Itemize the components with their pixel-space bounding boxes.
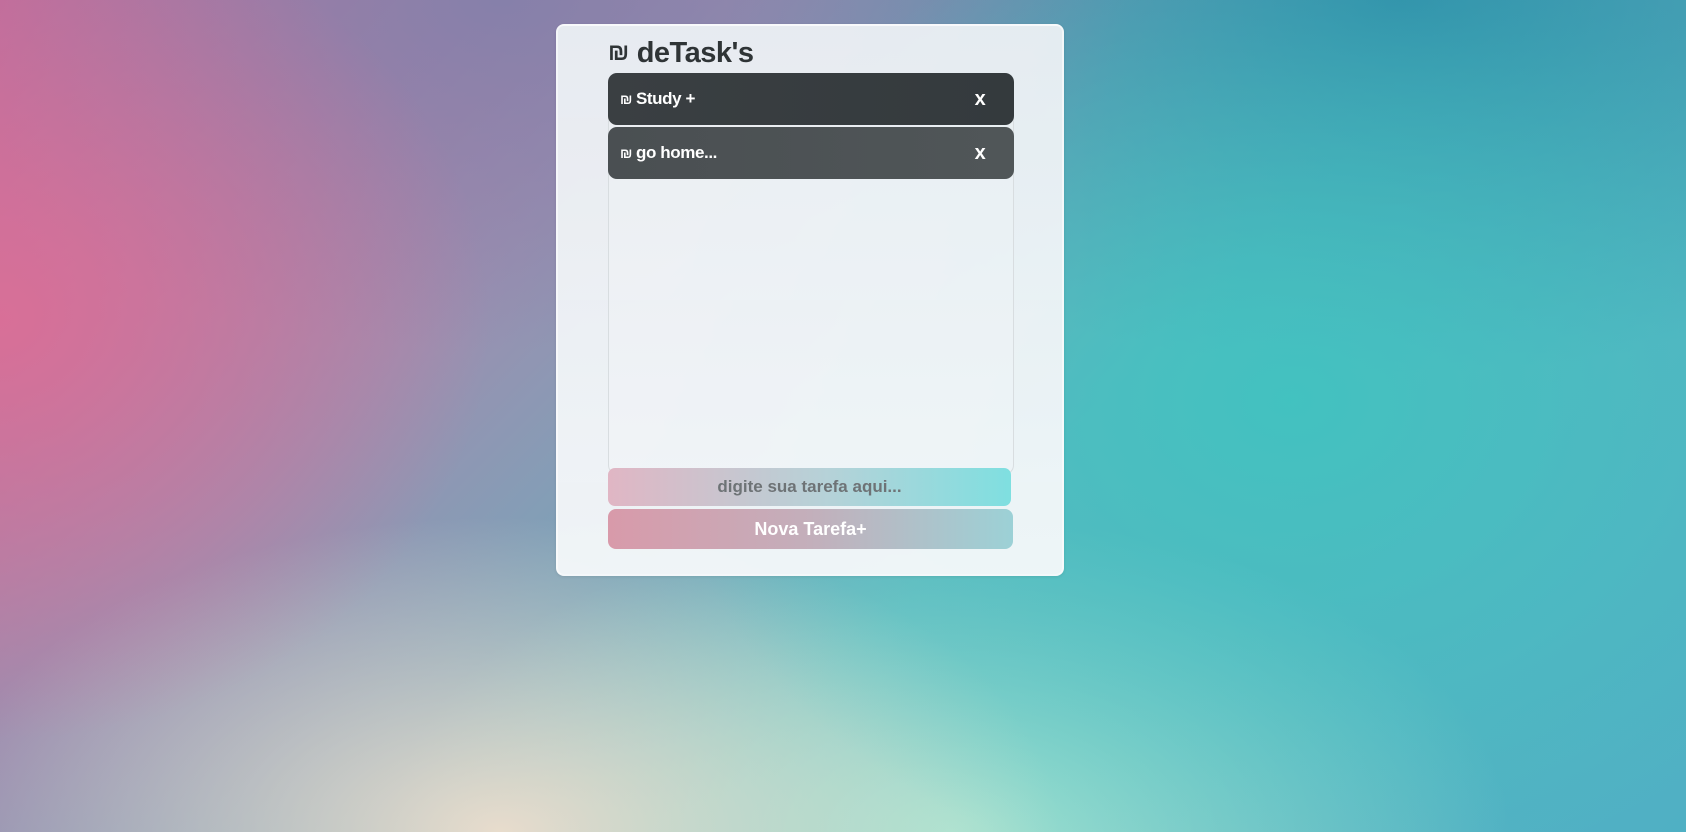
shekel-sign-icon: ₪ — [608, 39, 629, 66]
task-card: ₪ deTask's ₪ Study + x ₪ go home... x No… — [556, 24, 1064, 576]
delete-task-button[interactable]: x — [966, 139, 994, 167]
task-item-study[interactable]: ₪ Study + x — [608, 73, 1014, 125]
task-label: Study + — [635, 89, 696, 108]
app-title-text: deTask's — [636, 37, 754, 69]
add-task-button[interactable]: Nova Tarefa+ — [608, 509, 1013, 549]
shekel-sign-icon: ₪ — [620, 91, 632, 107]
task-item-go-home[interactable]: ₪ go home... x — [608, 127, 1014, 179]
delete-task-button[interactable]: x — [966, 85, 994, 113]
task-label: go home... — [635, 143, 717, 162]
task-input[interactable] — [608, 468, 1011, 506]
shekel-sign-icon: ₪ — [620, 145, 632, 161]
app-title: ₪ deTask's — [608, 36, 754, 70]
